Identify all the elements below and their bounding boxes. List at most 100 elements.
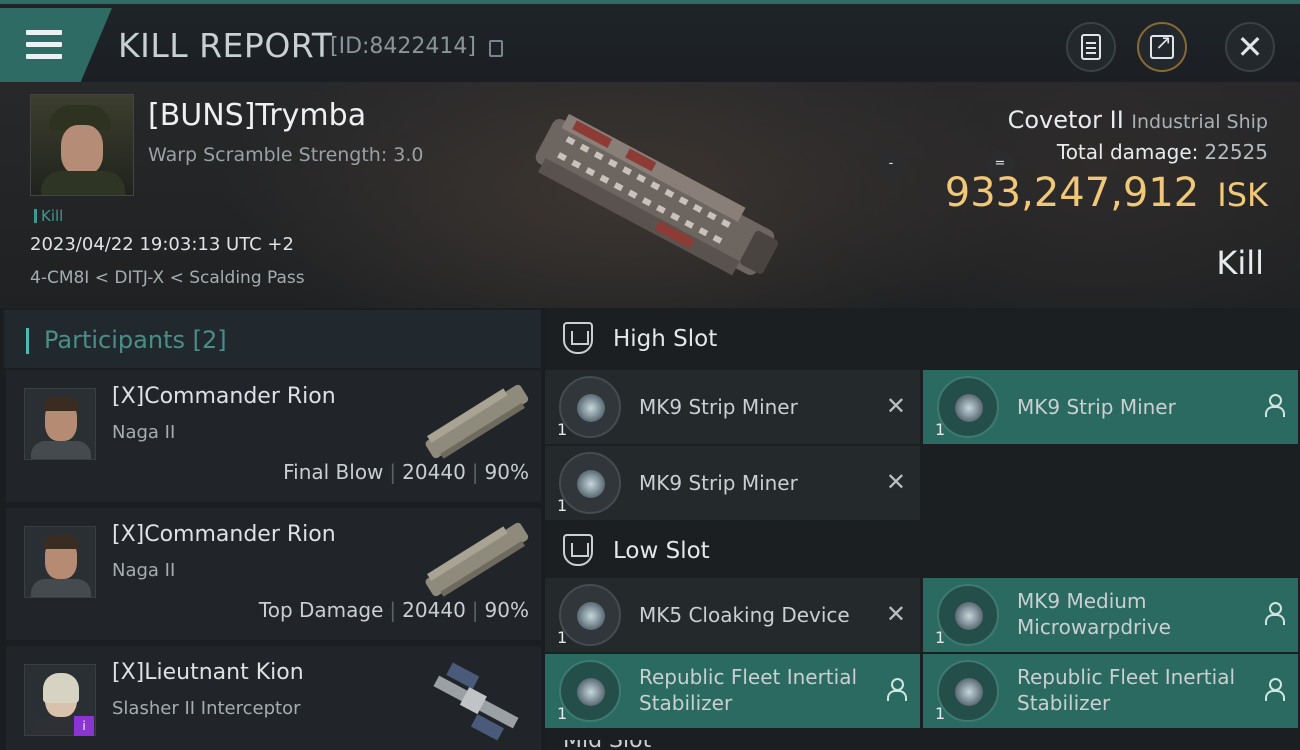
low-slot-header: Low Slot bbox=[545, 520, 1300, 580]
victim-name[interactable]: [BUNS]Trymba bbox=[148, 98, 366, 133]
report-id: [ID:8422414] bbox=[330, 34, 476, 59]
isk-unit: ISK bbox=[1217, 176, 1268, 214]
close-icon: ✕ bbox=[1236, 28, 1264, 66]
module-item[interactable]: 1 MK9 Strip Miner ✕ bbox=[545, 446, 920, 520]
result-label: Kill bbox=[1216, 244, 1264, 282]
participant-name: [X]Commander Rion bbox=[112, 522, 336, 547]
module-item[interactable]: 1 MK9 Strip Miner bbox=[923, 370, 1298, 444]
participant-ship: Naga II bbox=[112, 560, 176, 581]
participant-name: [X]Commander Rion bbox=[112, 384, 336, 409]
share-icon bbox=[1150, 30, 1174, 59]
strip-miner-icon bbox=[937, 376, 999, 438]
isk-amount: 933,247,912 bbox=[944, 170, 1200, 216]
slot-label: Low Slot bbox=[613, 538, 710, 564]
participant-damage: 20440 bbox=[402, 460, 466, 484]
module-qty: 1 bbox=[935, 420, 946, 439]
participant-damage: 20440 bbox=[402, 598, 466, 622]
isk-value: 933,247,912 ISK bbox=[945, 170, 1268, 216]
kill-tag: Kill bbox=[34, 207, 63, 225]
inertial-stabilizer-icon bbox=[559, 660, 621, 722]
inertial-stabilizer-icon bbox=[937, 660, 999, 722]
victim-ship-image bbox=[535, 113, 779, 276]
participant-ship-image bbox=[425, 522, 529, 597]
participant-percent: 90% bbox=[484, 598, 529, 622]
share-button[interactable] bbox=[1137, 22, 1187, 72]
warp-scramble-strength: Warp Scramble Strength: 3.0 bbox=[148, 144, 424, 166]
module-name: Republic Fleet Inertial Stabilizer bbox=[1017, 665, 1236, 715]
info-badge: i bbox=[74, 716, 94, 736]
slot-label: High Slot bbox=[613, 326, 718, 352]
module-qty: 1 bbox=[557, 704, 568, 723]
module-item[interactable]: 1 Republic Fleet Inertial Stabilizer bbox=[545, 654, 920, 728]
participant-role: Final Blow bbox=[283, 460, 384, 484]
participants-label: Participants [2] bbox=[44, 326, 227, 354]
module-item[interactable]: 1 MK9 Strip Miner ✕ bbox=[545, 370, 920, 444]
ship-name: Covetor II bbox=[1007, 106, 1124, 134]
participant-ship-image bbox=[425, 384, 529, 459]
microwarpdrive-icon bbox=[937, 584, 999, 646]
module-name: MK5 Cloaking Device bbox=[639, 603, 850, 627]
module-name: MK9 Medium Microwarpdrive bbox=[1017, 589, 1171, 639]
module-qty: 1 bbox=[557, 628, 568, 647]
cloaking-device-icon bbox=[559, 584, 621, 646]
kill-datetime: 2023/04/22 19:03:13 UTC +2 bbox=[30, 234, 294, 255]
module-item[interactable]: 1 MK5 Cloaking Device ✕ bbox=[545, 578, 920, 652]
participant-ship: Naga II bbox=[112, 422, 176, 443]
destroyed-icon: ✕ bbox=[885, 392, 906, 420]
module-item[interactable]: 1 Republic Fleet Inertial Stabilizer bbox=[923, 654, 1298, 728]
clipboard-button[interactable] bbox=[1066, 22, 1116, 72]
page-title: KILL REPORT bbox=[118, 26, 333, 65]
module-name: Republic Fleet Inertial Stabilizer bbox=[639, 665, 858, 715]
top-bar: KILL REPORT [ID:8422414] ✕ bbox=[0, 0, 1300, 82]
participants-header[interactable]: Participants [2] bbox=[4, 310, 541, 368]
module-name: MK9 Strip Miner bbox=[639, 471, 798, 495]
participant-percent: 90% bbox=[484, 460, 529, 484]
person-icon bbox=[886, 678, 907, 701]
module-name: MK9 Strip Miner bbox=[1017, 395, 1176, 419]
module-qty: 1 bbox=[935, 704, 946, 723]
hamburger-icon bbox=[26, 30, 62, 66]
participant-role: Top Damage bbox=[258, 598, 384, 622]
participant-stats: Final Blow | 20440 | 90% bbox=[283, 460, 529, 484]
clipboard-icon bbox=[1081, 34, 1101, 60]
fittings-panel: High Slot 1 MK9 Strip Miner ✕ 1 MK9 Stri… bbox=[545, 308, 1300, 750]
close-button[interactable]: ✕ bbox=[1225, 22, 1275, 72]
participant-card[interactable]: [X]Commander Rion Naga II Final Blow | 204… bbox=[6, 370, 541, 502]
total-damage-label: Total damage: bbox=[1056, 140, 1199, 164]
copy-icon[interactable] bbox=[489, 40, 503, 57]
participant-name: [X]Lieutnant Kion bbox=[112, 660, 304, 685]
shield-icon bbox=[563, 322, 593, 354]
avatar bbox=[24, 388, 96, 460]
participant-ship-image bbox=[433, 662, 519, 741]
next-slot-header-partial: Mid Slot bbox=[563, 740, 763, 750]
destroyed-icon: ✕ bbox=[885, 600, 906, 628]
participant-card[interactable]: [X]Commander Rion Naga II Top Damage | 204… bbox=[6, 508, 541, 640]
indicator-dot: - bbox=[876, 150, 906, 180]
ship-class: Industrial Ship bbox=[1131, 111, 1268, 133]
avatar bbox=[24, 526, 96, 598]
shield-icon bbox=[563, 534, 593, 566]
strip-miner-icon bbox=[559, 376, 621, 438]
person-icon bbox=[1264, 602, 1285, 625]
participant-ship: Slasher II Interceptor bbox=[112, 698, 301, 719]
module-name: MK9 Strip Miner bbox=[639, 395, 798, 419]
high-slot-header: High Slot bbox=[545, 308, 1300, 368]
menu-button[interactable] bbox=[0, 8, 112, 82]
module-item[interactable]: 1 MK9 Medium Microwarpdrive bbox=[923, 578, 1298, 652]
kill-location: 4-CM8I < DITJ-X < Scalding Pass bbox=[30, 268, 305, 288]
participant-card[interactable]: i [X]Lieutnant Kion Slasher II Intercept… bbox=[6, 646, 541, 750]
victim-ship: Covetor II Industrial Ship bbox=[1008, 106, 1268, 134]
victim-portrait[interactable] bbox=[30, 94, 134, 196]
person-icon bbox=[1264, 678, 1285, 701]
destroyed-icon: ✕ bbox=[885, 468, 906, 496]
total-damage: Total damage: 22525 bbox=[1057, 140, 1268, 164]
module-qty: 1 bbox=[557, 420, 568, 439]
module-qty: 1 bbox=[557, 496, 568, 515]
module-qty: 1 bbox=[935, 628, 946, 647]
participants-panel: Participants [2] [X]Commander Rion Naga … bbox=[0, 308, 541, 750]
participant-stats: Top Damage | 20440 | 90% bbox=[258, 598, 529, 622]
total-damage-value: 22525 bbox=[1204, 140, 1268, 164]
victim-panel: [BUNS]Trymba Warp Scramble Strength: 3.0… bbox=[0, 82, 1300, 308]
strip-miner-icon bbox=[559, 452, 621, 514]
person-icon bbox=[1264, 394, 1285, 417]
